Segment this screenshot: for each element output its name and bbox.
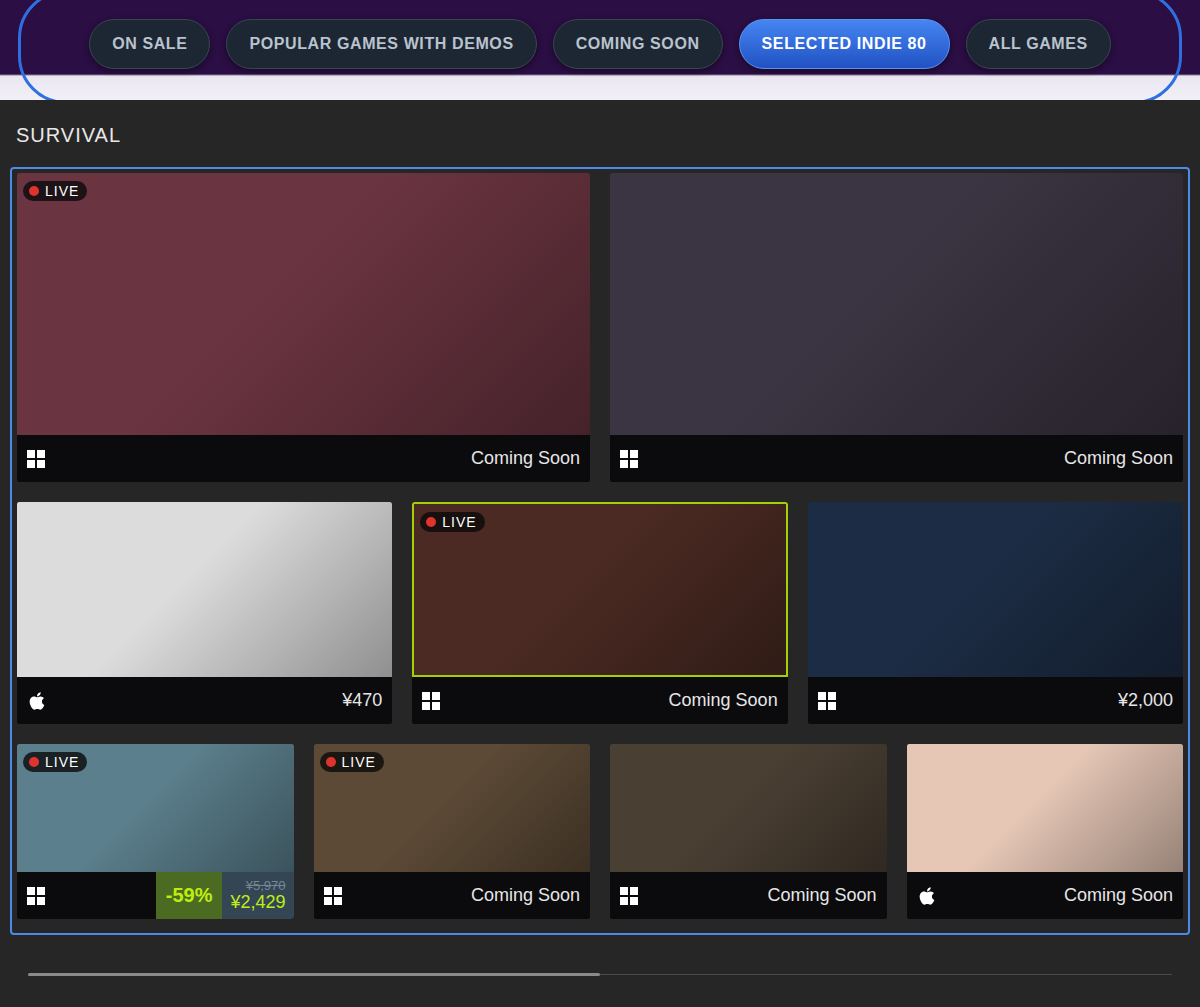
- windows-icon: [27, 450, 45, 468]
- price: Coming Soon: [1064, 885, 1183, 906]
- windows-icon: [620, 450, 638, 468]
- store-page: ON SALE POPULAR GAMES WITH DEMOS COMING SO…: [0, 0, 1200, 1007]
- info-bar: Coming Soon: [412, 677, 787, 724]
- game-capsule[interactable]: [17, 502, 392, 677]
- live-dot: [29, 186, 39, 196]
- game-card[interactable]: LIVE-59%¥5,970¥2,429: [17, 744, 294, 919]
- tab[interactable]: ALL GAMES: [966, 19, 1111, 69]
- price: Coming Soon: [471, 885, 590, 906]
- game-shelf: LIVE Coming Soon Coming Soon ¥470 LIVE Coming…: [10, 167, 1190, 935]
- windows-icon: [27, 887, 45, 905]
- game-capsule[interactable]: LIVE: [412, 502, 787, 677]
- section-title: SURVIVAL: [16, 124, 1190, 147]
- apple-icon: [27, 691, 47, 711]
- info-bar: ¥470: [17, 677, 392, 724]
- info-bar: ¥2,000: [808, 677, 1183, 724]
- scrollbar[interactable]: [28, 973, 1172, 976]
- apple-icon: [917, 886, 937, 906]
- game-card[interactable]: ¥2,000: [808, 502, 1183, 724]
- live-dot: [426, 517, 436, 527]
- shelf-row: LIVE-59%¥5,970¥2,429LIVEComing SoonComin…: [17, 744, 1183, 919]
- final-price: ¥2,429: [230, 893, 285, 912]
- info-bar: Coming Soon: [17, 435, 590, 482]
- windows-icon-wrap: [27, 886, 47, 906]
- tab[interactable]: POPULAR GAMES WITH DEMOS: [226, 19, 536, 69]
- price: ¥470: [342, 690, 392, 711]
- price: Coming Soon: [471, 448, 590, 469]
- tab-bar: ON SALE POPULAR GAMES WITH DEMOS COMING SO…: [18, 0, 1182, 100]
- scrollbar-thumb[interactable]: [28, 973, 600, 976]
- game-capsule[interactable]: LIVE: [314, 744, 591, 872]
- game-card[interactable]: Coming Soon: [907, 744, 1184, 919]
- game-capsule[interactable]: LIVE: [17, 744, 294, 872]
- live-badge: LIVE: [320, 752, 384, 772]
- game-card[interactable]: LIVE Coming Soon: [412, 502, 787, 724]
- windows-icon-wrap: [422, 691, 442, 711]
- windows-icon-wrap: [27, 449, 47, 469]
- game-card[interactable]: Coming Soon: [610, 173, 1183, 482]
- windows-icon-wrap: [620, 886, 640, 906]
- live-dot: [29, 757, 39, 767]
- price: ¥2,000: [1118, 690, 1183, 711]
- game-capsule[interactable]: [907, 744, 1184, 872]
- game-capsule[interactable]: [610, 173, 1183, 435]
- tab[interactable]: SELECTED INDIE 80: [739, 19, 950, 69]
- info-bar: Coming Soon: [610, 435, 1183, 482]
- header: ON SALE POPULAR GAMES WITH DEMOS COMING SO…: [0, 0, 1200, 100]
- info-bar: Coming Soon: [610, 872, 887, 919]
- info-bar: -59%¥5,970¥2,429: [17, 872, 294, 919]
- content: SURVIVALLIVEComing SoonComing Soon¥470LI…: [0, 100, 1200, 976]
- live-badge: LIVE: [23, 181, 87, 201]
- live-dot: [326, 757, 336, 767]
- windows-icon: [818, 692, 836, 710]
- shelf-row: ¥470 LIVE Coming Soon ¥2,000: [17, 502, 1183, 724]
- live-badge: LIVE: [23, 752, 87, 772]
- windows-icon: [324, 887, 342, 905]
- discount-percent: -59%: [156, 872, 223, 919]
- windows-icon: [422, 692, 440, 710]
- price-box: ¥5,970¥2,429: [222, 872, 293, 919]
- price: Coming Soon: [669, 690, 788, 711]
- tab[interactable]: ON SALE: [89, 19, 210, 69]
- original-price: ¥5,970: [246, 879, 286, 893]
- windows-icon-wrap: [324, 886, 344, 906]
- info-bar: Coming Soon: [314, 872, 591, 919]
- windows-icon-wrap: [818, 691, 838, 711]
- windows-icon-wrap: [620, 449, 640, 469]
- info-bar: Coming Soon: [907, 872, 1184, 919]
- price: Coming Soon: [767, 885, 886, 906]
- discount-block: -59%¥5,970¥2,429: [156, 872, 294, 919]
- game-capsule[interactable]: LIVE: [17, 173, 590, 435]
- tab[interactable]: COMING SOON: [553, 19, 723, 69]
- game-card[interactable]: Coming Soon: [610, 744, 887, 919]
- game-card[interactable]: LIVE Coming Soon: [314, 744, 591, 919]
- game-card[interactable]: ¥470: [17, 502, 392, 724]
- live-badge: LIVE: [420, 512, 484, 532]
- game-capsule[interactable]: [808, 502, 1183, 677]
- shelf-row: LIVE Coming Soon Coming Soon: [17, 173, 1183, 482]
- windows-icon: [620, 887, 638, 905]
- game-card[interactable]: LIVE Coming Soon: [17, 173, 590, 482]
- price: Coming Soon: [1064, 448, 1183, 469]
- game-capsule[interactable]: [610, 744, 887, 872]
